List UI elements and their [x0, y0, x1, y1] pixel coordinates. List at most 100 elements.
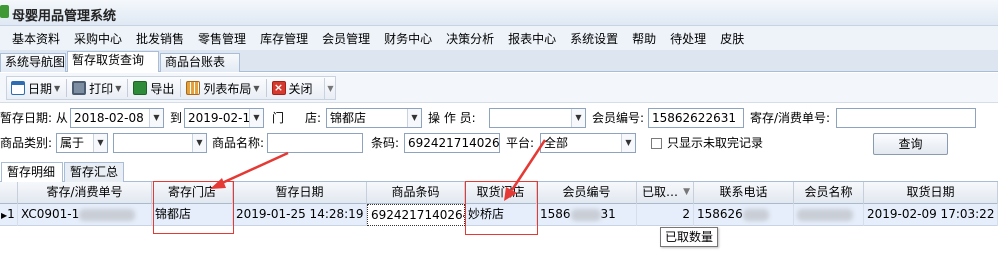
menu-analysis[interactable]: 决策分析 — [440, 30, 502, 47]
date-to-label: 到 — [170, 111, 183, 125]
doc-no-field[interactable] — [836, 108, 976, 128]
row-indicator-header — [0, 182, 18, 204]
document-tabs: 系统导航图 暂存取货查询 商品台账表 — [0, 50, 998, 72]
print-button[interactable]: 打印 ▼ — [68, 77, 126, 99]
platform-select[interactable]: 全部 ▼ — [540, 133, 636, 153]
cell-pickup-date[interactable]: 2019-02-09 17:03:22 — [864, 204, 998, 226]
chevron-down-icon[interactable]: ▼ — [149, 109, 163, 127]
toolbar-overflow-button[interactable]: ▼ — [324, 78, 336, 100]
doc-no-label: 寄存/消费单号: — [750, 111, 831, 125]
date-button-label: 日期 — [28, 81, 53, 96]
menu-inventory[interactable]: 库存管理 — [254, 30, 316, 47]
chevron-down-icon: ▼ — [54, 83, 61, 93]
column-header-member-no[interactable]: 会员编号 — [537, 182, 637, 204]
cell-member-no[interactable]: 1586 31 — [537, 204, 637, 226]
menu-wholesale[interactable]: 批发销售 — [130, 30, 192, 47]
member-no-field[interactable]: 15862622631 — [648, 108, 744, 128]
chevron-down-icon[interactable]: ▼ — [407, 109, 421, 127]
column-header-member-name[interactable]: 会员名称 — [794, 182, 864, 204]
menu-finance[interactable]: 财务中心 — [378, 30, 440, 47]
menu-member[interactable]: 会员管理 — [316, 30, 378, 47]
column-header-barcode[interactable]: 商品条码 — [367, 182, 465, 204]
close-button[interactable]: × 关闭 — [268, 77, 318, 99]
date-from-field[interactable]: 2018-02-08 ▼ — [70, 108, 164, 128]
column-layout-icon — [186, 81, 201, 95]
category-operator-value: 属于 — [60, 136, 85, 150]
date-to-value: 2019-02-10 — [188, 111, 258, 125]
tab-deposit-pickup-query[interactable]: 暂存取货查询 — [67, 51, 159, 72]
menu-basic-data[interactable]: 基本资料 — [6, 30, 68, 47]
store-select-value: 锦都店 — [330, 111, 367, 125]
query-button[interactable]: 查询 — [873, 133, 948, 155]
platform-select-value: 全部 — [544, 136, 569, 150]
platform-label: 平台: — [506, 136, 535, 150]
menu-bar: 基本资料 采购中心 批发销售 零售管理 库存管理 会员管理 财务中心 决策分析 … — [0, 26, 998, 50]
product-name-field[interactable] — [267, 133, 363, 153]
filter-panel: 暂存日期: 从 2018-02-08 ▼ 到 2019-02-10 ▼ 门 店:… — [0, 103, 998, 159]
column-header-doc-no[interactable]: 寄存/消费单号 — [18, 182, 152, 204]
column-header-taken-qty[interactable]: 已取… ▼ — [637, 182, 694, 204]
column-layout-label: 列表布局 — [203, 81, 252, 96]
toolbar-separator — [66, 79, 68, 97]
menu-pending[interactable]: 待处理 — [664, 30, 714, 47]
store-label-part2: 店: — [305, 111, 322, 125]
barcode-label: 条码: — [371, 136, 400, 150]
cell-taken-qty[interactable]: 2 — [637, 204, 694, 226]
print-button-label: 打印 — [89, 81, 114, 96]
category-select[interactable]: ▼ — [113, 133, 207, 153]
redaction-blur — [79, 208, 136, 221]
filter-icon[interactable]: ▼ — [683, 182, 690, 203]
cell-barcode[interactable]: 6924217140264 — [367, 204, 465, 226]
chevron-down-icon[interactable]: ▼ — [249, 109, 263, 127]
menu-skin[interactable]: 皮肤 — [714, 30, 752, 47]
chevron-down-icon: ▼ — [253, 83, 260, 93]
cell-phone[interactable]: 158626 — [694, 204, 794, 226]
cell-member-name[interactable] — [794, 204, 864, 226]
toolbar: 日期 ▼ 打印 ▼ 导出 列表布局 ▼ × 关闭 ▼ — [0, 73, 998, 103]
close-button-label: 关闭 — [288, 81, 313, 96]
title-bar: 母婴用品管理系统 — [0, 0, 998, 26]
redaction-blur — [797, 208, 853, 221]
row-index: 1 — [7, 207, 15, 221]
only-unfinished-label: 只显示未取完记录 — [667, 136, 764, 150]
export-button-label: 导出 — [150, 81, 175, 96]
window-title: 母婴用品管理系统 — [12, 9, 117, 24]
menu-help[interactable]: 帮助 — [626, 30, 664, 47]
menu-purchase[interactable]: 采购中心 — [68, 30, 130, 47]
column-header-phone[interactable]: 联系电话 — [694, 182, 794, 204]
column-header-deposit-date[interactable]: 暂存日期 — [233, 182, 367, 204]
menu-settings[interactable]: 系统设置 — [564, 30, 626, 47]
chevron-down-icon: ▼ — [115, 83, 122, 93]
cell-phone-value: 158626 — [697, 207, 743, 221]
menu-retail[interactable]: 零售管理 — [192, 30, 254, 47]
date-range-label: 暂存日期: 从 — [0, 111, 68, 125]
date-button[interactable]: 日期 ▼ — [7, 77, 65, 99]
date-to-field[interactable]: 2019-02-10 ▼ — [184, 108, 264, 128]
store-select[interactable]: 锦都店 ▼ — [326, 108, 422, 128]
category-operator-select[interactable]: 属于 ▼ — [56, 133, 108, 153]
row-indicator: ▶1 — [0, 204, 18, 226]
tab-deposit-detail[interactable]: 暂存明细 — [1, 162, 63, 183]
chevron-down-icon[interactable]: ▼ — [571, 109, 585, 127]
cell-doc-no[interactable]: XC0901-1 — [18, 204, 152, 226]
tab-deposit-summary[interactable]: 暂存汇总 — [64, 162, 124, 182]
only-unfinished-checkbox[interactable] — [651, 138, 662, 149]
barcode-field[interactable]: 6924217140264 — [404, 133, 500, 153]
menu-reports[interactable]: 报表中心 — [502, 30, 564, 47]
product-name-label: 商品名称: — [212, 136, 265, 150]
chevron-down-icon[interactable]: ▼ — [621, 134, 635, 152]
column-header-pickup-date[interactable]: 取货日期 — [864, 182, 998, 204]
chevron-down-icon[interactable]: ▼ — [192, 134, 206, 152]
column-layout-button[interactable]: 列表布局 ▼ — [182, 77, 264, 99]
store-label-part1: 门 — [272, 111, 285, 125]
export-button[interactable]: 导出 — [129, 77, 179, 99]
cell-doc-no-value: XC0901-1 — [21, 207, 80, 221]
operator-select[interactable]: ▼ — [489, 108, 586, 128]
member-no-label: 会员编号: — [592, 111, 645, 125]
tab-navigation-map[interactable]: 系统导航图 — [0, 53, 66, 72]
date-from-value: 2018-02-08 — [74, 111, 144, 125]
cell-deposit-date[interactable]: 2019-01-25 14:28:19 — [233, 204, 367, 226]
column-tooltip: 已取数量 — [660, 227, 718, 247]
tab-product-ledger[interactable]: 商品台账表 — [160, 53, 240, 72]
chevron-down-icon[interactable]: ▼ — [93, 134, 107, 152]
